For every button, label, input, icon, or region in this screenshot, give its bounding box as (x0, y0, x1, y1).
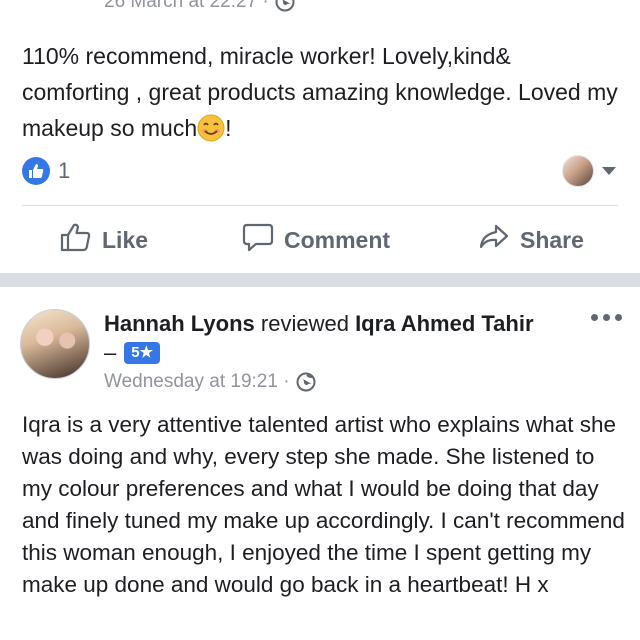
post2-timestamp-row: Wednesday at 19:21 · (104, 371, 316, 393)
caret-down-icon (602, 167, 616, 175)
post2-body: Iqra is a very attentive talented artist… (22, 412, 625, 597)
avatar (562, 155, 594, 187)
share-label: Share (520, 226, 584, 253)
share-button[interactable]: Share (478, 222, 584, 258)
rating-badge: 5★ (124, 342, 161, 364)
audience-selector[interactable] (562, 155, 616, 187)
review-verb: reviewed (260, 311, 349, 336)
divider (22, 205, 618, 206)
post1-body: 110% recommend, miracle worker! Lovely,k… (22, 38, 622, 146)
comment-label: Comment (284, 226, 391, 253)
share-icon (478, 222, 510, 258)
author-name-link[interactable]: Hannah Lyons (104, 311, 255, 336)
thumbs-up-icon (60, 222, 92, 258)
reactions-summary[interactable]: 1 (22, 157, 70, 185)
rating-row: – 5★ (104, 340, 161, 366)
post-separator (0, 273, 640, 287)
globe-icon (275, 0, 295, 12)
post1-text-end: ! (225, 115, 232, 141)
reaction-count: 1 (58, 158, 71, 183)
globe-icon (296, 372, 316, 392)
more-options-icon[interactable] (591, 314, 622, 321)
comment-icon (242, 222, 274, 258)
smiling-face-emoji-icon (197, 114, 225, 142)
post1-timestamp[interactable]: 26 March at 22:27 · (104, 0, 269, 13)
author-avatar[interactable] (20, 309, 90, 379)
like-label: Like (102, 226, 149, 253)
post2-headline: Hannah Lyons reviewed Iqra Ahmed Tahir (104, 309, 534, 339)
post1-timestamp-row: 26 March at 22:27 · (104, 0, 295, 13)
post2-timestamp[interactable]: Wednesday at 19:21 · (104, 371, 290, 393)
post1-text: 110% recommend, miracle worker! Lovely,k… (22, 43, 618, 141)
reviewed-page-link[interactable]: Iqra Ahmed Tahir (355, 311, 533, 336)
like-reaction-icon (22, 157, 50, 185)
dash: – (104, 340, 117, 365)
like-button[interactable]: Like (60, 222, 148, 258)
comment-button[interactable]: Comment (242, 222, 390, 258)
